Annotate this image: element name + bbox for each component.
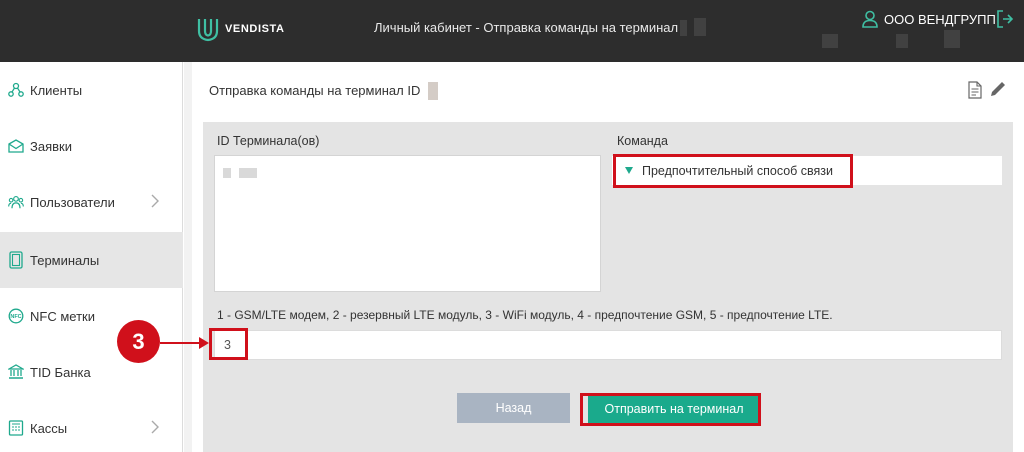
redacted-terminal-id: [428, 82, 438, 100]
users-icon: [8, 194, 24, 210]
edit-pencil-icon[interactable]: [989, 80, 1007, 98]
redacted-id: [223, 168, 231, 178]
sidebar-item-users[interactable]: Пользователи: [0, 174, 183, 230]
user-account[interactable]: ООО ВЕНДГРУПП: [862, 10, 996, 28]
envelope-icon: [8, 138, 24, 154]
logout-icon[interactable]: [996, 9, 1014, 29]
callout-arrow: [160, 342, 202, 344]
send-button-highlight: [580, 393, 761, 426]
command-select-highlight: [613, 154, 853, 188]
sidebar-item-label: TID Банка: [30, 364, 91, 380]
nfc-icon: NFC: [8, 308, 24, 324]
chevron-right-icon: [151, 420, 159, 434]
value-hint: 1 - GSM/LTE модем, 2 - резервный LTE мод…: [217, 308, 833, 322]
sidebar-item-cashboxes[interactable]: Кассы: [0, 400, 183, 452]
sidebar-item-label: Кассы: [30, 420, 68, 436]
logo-mark-icon: [197, 19, 219, 42]
scroll-gutter: [184, 62, 192, 452]
sidebar-item-label: NFC метки: [30, 308, 95, 324]
value-input-highlight: [209, 328, 248, 360]
sidebar-item-label: Пользователи: [30, 194, 115, 210]
callout-arrow-head: [199, 337, 209, 349]
terminal-ids-label: ID Терминала(ов): [217, 134, 320, 148]
sidebar-item-clients[interactable]: Клиенты: [0, 62, 183, 118]
redacted-block: [822, 34, 838, 48]
sidebar-item-terminals[interactable]: Терминалы: [0, 232, 183, 288]
user-name: ООО ВЕНДГРУПП: [884, 11, 996, 27]
svg-text:NFC: NFC: [10, 314, 21, 320]
user-icon: [862, 10, 878, 28]
terminal-ids-textarea[interactable]: [214, 155, 601, 292]
sidebar-item-label: Заявки: [30, 138, 72, 154]
back-button[interactable]: Назад: [457, 393, 570, 423]
redacted-block: [944, 30, 960, 48]
clients-icon: [8, 82, 24, 98]
redacted-id: [239, 168, 257, 178]
vendista-logo[interactable]: VENDISTA: [197, 14, 285, 44]
redacted-block: [896, 34, 908, 48]
chevron-right-icon: [151, 194, 159, 208]
sidebar-item-requests[interactable]: Заявки: [0, 118, 183, 174]
terminal-icon: [8, 251, 24, 269]
sidebar-item-label: Терминалы: [30, 252, 100, 268]
sidebar-item-label: Клиенты: [30, 82, 83, 98]
brand-name: VENDISTA: [225, 23, 285, 35]
bank-icon: [8, 364, 24, 380]
document-icon[interactable]: [968, 81, 982, 99]
command-label: Команда: [617, 134, 668, 148]
page-title: Отправка команды на терминал ID: [209, 83, 421, 98]
redacted-block: [680, 20, 687, 36]
page-header-title: Личный кабинет - Отправка команды на тер…: [374, 20, 679, 35]
sidebar: Клиенты Заявки Пользователи Терминалы NF…: [0, 62, 183, 452]
step-number-badge: 3: [117, 320, 160, 363]
redacted-block: [694, 18, 706, 36]
command-value-input[interactable]: 3: [214, 330, 1002, 360]
cashbox-icon: [8, 420, 24, 436]
top-bar: VENDISTA Личный кабинет - Отправка коман…: [0, 0, 1024, 62]
